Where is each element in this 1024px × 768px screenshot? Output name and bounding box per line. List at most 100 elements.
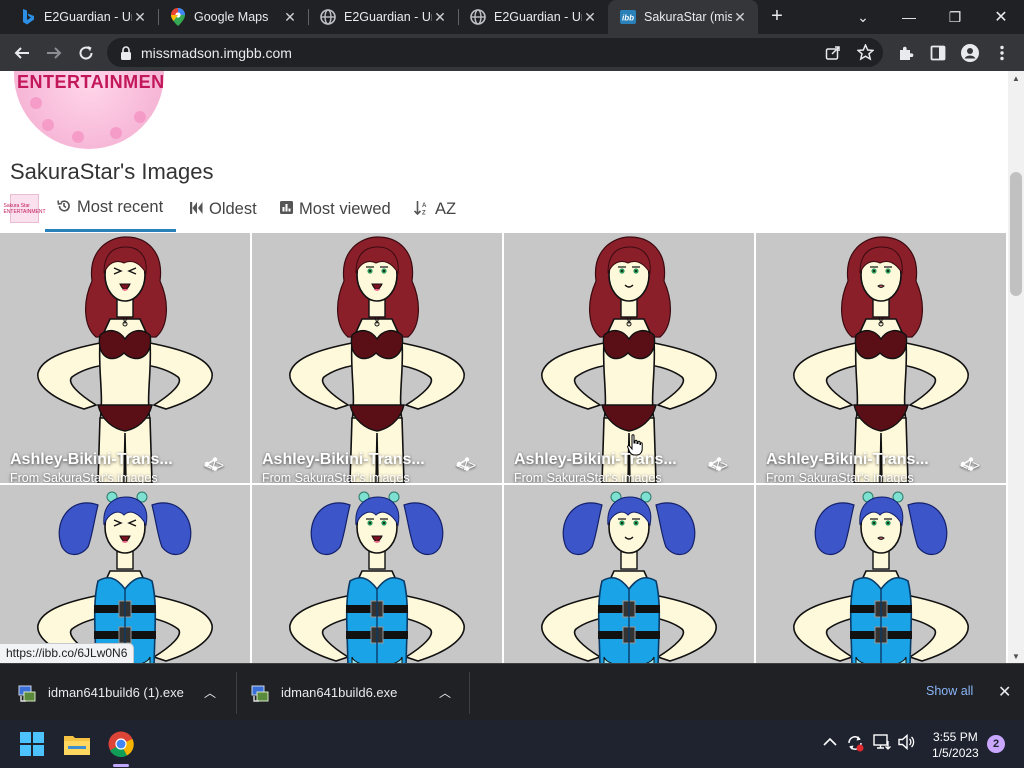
close-icon[interactable]: ✕ [582,9,598,25]
download-shelf: idman641build6 (1).exe ︿ idman641build6.… [0,663,1024,720]
sort-az[interactable]: AZ AZ [413,186,457,232]
reload-button[interactable] [73,40,99,66]
close-icon[interactable]: ✕ [998,682,1011,702]
sort-label: AZ [435,199,457,218]
system-clock[interactable]: 3:55 PM 1/5/2023 [932,729,979,761]
imgbb-icon: ibb [620,9,636,25]
status-bar-url: https://ibb.co/6JLw0N6 [0,643,135,663]
image-actions: </> [960,457,996,473]
tab-google-maps[interactable]: Google Maps ✕ [158,0,308,34]
page-scrollbar[interactable] [1008,71,1024,663]
hand-cursor-icon [627,434,643,456]
bookmark-star-icon[interactable] [857,44,874,61]
tab-e2guardian-3[interactable]: E2Guardian - Un ✕ [458,0,608,34]
minimize-button[interactable]: — [886,0,932,34]
page-content: ENTERTAINMEN SakuraStar's Images Sakura … [0,71,1008,663]
character-illustration [793,236,969,483]
clock-date: 1/5/2023 [932,746,979,760]
installer-icon [18,685,36,702]
close-icon[interactable]: ✕ [732,9,748,25]
image-card[interactable] [756,485,1006,663]
logo-text: ENTERTAINMEN [17,72,165,92]
chevron-up-icon[interactable]: ︿ [439,684,451,701]
image-card[interactable]: Ashley-Bikini-Trans... From SakuraStar's … [252,233,502,483]
image-card[interactable]: Ashley-Bikini-Trans... From SakuraStar's … [0,233,250,483]
download-filename: idman641build6 (1).exe [48,685,184,700]
reload-icon [79,46,93,60]
kebab-menu-icon [1000,45,1004,61]
extensions-button[interactable] [893,40,919,66]
sync-alert-icon[interactable] [846,734,864,755]
avatar[interactable]: Sakura Star ENTERTAINMENT [3,194,46,223]
tab-sakurastar[interactable]: ibb SakuraStar (miss ✕ [608,0,758,34]
url-text[interactable]: missmadson.imgbb.com [141,45,292,61]
character-illustration [289,236,465,483]
restore-button[interactable]: ❐ [932,0,978,34]
show-all-downloads-link[interactable]: Show all [926,684,973,698]
windows-start-icon[interactable] [18,730,46,758]
image-card[interactable]: Ashley-Bikini-Trans... From SakuraStar's … [756,233,1006,483]
chrome-icon[interactable] [107,730,135,758]
forward-button[interactable] [41,40,67,66]
share-icon[interactable] [825,45,841,61]
profile-icon [961,44,979,62]
sort-most-recent[interactable]: Most recent [45,186,176,232]
globe-icon [470,9,486,25]
tab-search-chevron-icon[interactable]: ⌄ [840,0,886,34]
character-illustration [289,491,465,663]
active-app-indicator [113,764,129,767]
download-item-2[interactable]: idman641build6.exe ︿ [251,664,469,721]
chevron-up-icon[interactable] [823,734,837,750]
image-actions: </> [708,457,744,473]
close-icon[interactable]: ✕ [132,9,148,25]
svg-text:ibb: ibb [622,14,634,23]
page-title: SakuraStar's Images [10,159,214,184]
side-panel-icon [930,45,946,61]
arrow-left-icon [14,47,29,59]
sort-label: Oldest [209,199,257,218]
profile-button[interactable] [957,40,983,66]
volume-icon[interactable] [898,733,916,753]
image-card[interactable] [252,485,502,663]
back-button[interactable] [9,40,35,66]
chevron-up-icon[interactable]: ︿ [204,684,216,701]
file-explorer-icon[interactable] [63,730,91,758]
close-icon[interactable]: ✕ [432,9,448,25]
notification-badge[interactable]: 2 [987,735,1005,753]
side-panel-button[interactable] [925,40,951,66]
sort-tabs: Sakura Star ENTERTAINMENT Most recent Ol… [0,186,1008,232]
scrollbar-thumb[interactable] [1010,172,1022,296]
close-icon[interactable]: ✕ [282,9,298,25]
tab-e2guardian-1[interactable]: E2Guardian - Un ✕ [8,0,158,34]
arrow-right-icon [47,47,62,59]
address-bar[interactable]: missmadson.imgbb.com [107,38,883,67]
sort-alpha-icon: AZ [413,200,429,218]
tab-title: E2Guardian - Un [494,10,582,24]
download-item-1[interactable]: idman641build6 (1).exe ︿ [18,664,236,721]
skip-back-icon [190,201,203,217]
scroll-down-arrow-icon[interactable]: ▼ [1008,649,1024,663]
sort-oldest[interactable]: Oldest [190,186,257,232]
tab-title: Google Maps [194,10,269,24]
new-tab-button[interactable]: + [766,5,788,27]
sort-label: Most viewed [299,199,391,218]
tab-title: E2Guardian - Un [44,10,132,24]
svg-text:A: A [422,203,427,209]
network-icon[interactable] [873,734,891,753]
tab-e2guardian-2[interactable]: E2Guardian - Un ✕ [308,0,458,34]
image-card[interactable] [504,485,754,663]
scroll-up-arrow-icon[interactable]: ▲ [1008,71,1024,85]
sort-most-viewed[interactable]: Most viewed [280,186,391,232]
character-illustration [37,491,213,663]
download-separator [236,672,237,714]
tab-title: E2Guardian - Un [344,10,432,24]
image-actions: </> [204,457,240,473]
close-window-button[interactable]: ✕ [978,0,1024,34]
bar-chart-icon [280,201,293,217]
lock-icon [121,45,131,60]
character-illustration [793,491,969,663]
menu-button[interactable] [989,40,1015,66]
clock-time: 3:55 PM [933,730,978,744]
image-card[interactable] [0,485,250,663]
tab-title: SakuraStar (miss [644,10,732,24]
